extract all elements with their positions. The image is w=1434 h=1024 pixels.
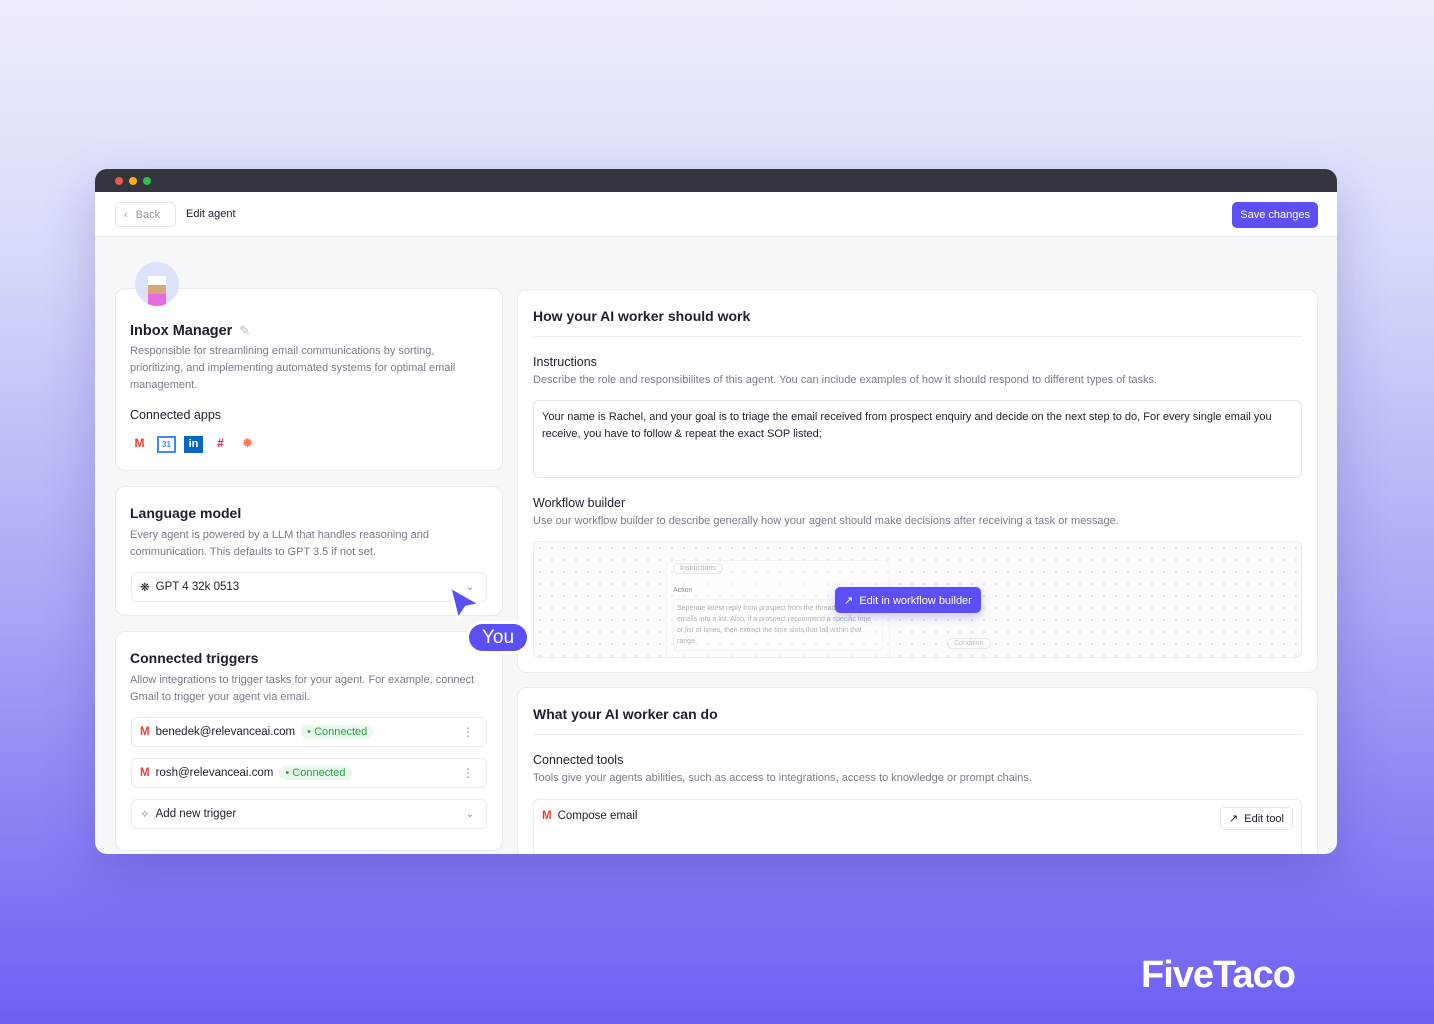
- instructions-label: Instructions: [533, 355, 597, 369]
- connected-apps-label: Connected apps: [130, 408, 222, 422]
- triggers-description: Allow integrations to trigger tasks for …: [130, 674, 475, 703]
- save-changes-button[interactable]: Save changes: [1232, 202, 1318, 228]
- can-do-card: What your AI worker can do Connected too…: [517, 687, 1318, 854]
- condition-node: Condition: [947, 638, 991, 649]
- tools-description: Tools give your agents abilities, such a…: [533, 772, 1032, 784]
- arrow-up-right-icon: ↗: [844, 594, 854, 607]
- back-label: Back: [135, 208, 161, 221]
- workflow-preview[interactable]: Instructions Action Seperate latest repl…: [533, 541, 1302, 658]
- edit-workflow-label: Edit in workflow builder: [859, 594, 972, 607]
- cursor-icon: [448, 585, 482, 621]
- status-label: Connected: [292, 767, 346, 779]
- model-select[interactable]: ❋ GPT 4 32k 0513 ⌄: [131, 572, 487, 602]
- trigger-row[interactable]: Mbenedek@relevanceai.com • Connected ⋮: [131, 717, 487, 747]
- how-title: How your AI worker should work: [533, 308, 751, 324]
- workflow-label: Workflow builder: [533, 496, 626, 510]
- language-model-card: Language model Every agent is powered by…: [115, 486, 503, 616]
- edit-tool-button[interactable]: ↗ Edit tool: [1219, 807, 1293, 830]
- status-badge: • Connected: [279, 766, 352, 780]
- can-do-title: What your AI worker can do: [533, 706, 718, 722]
- add-trigger-label: Add new trigger: [155, 808, 237, 820]
- arrow-up-right-icon: ↗: [1228, 813, 1239, 825]
- instructions-description: Describe the role and responsibilites of…: [533, 374, 1158, 386]
- cursor-label: You: [466, 621, 531, 654]
- language-model-description: Every agent is powered by a LLM that han…: [130, 529, 430, 558]
- maximize-window-button[interactable]: [143, 176, 151, 185]
- connected-apps: M 31 in # ✹: [130, 434, 265, 453]
- close-window-button[interactable]: [115, 176, 123, 185]
- title-bar: [95, 169, 1337, 192]
- pencil-icon[interactable]: ✎: [239, 323, 250, 339]
- brand-logo: FiveTaco: [1141, 954, 1296, 996]
- node-label: Instructions: [673, 563, 723, 574]
- status-badge: • Connected: [301, 725, 374, 739]
- trigger-email: benedek@relevanceai.com: [155, 726, 296, 738]
- hubspot-icon[interactable]: ✹: [238, 435, 257, 452]
- condition-label: Condition: [954, 640, 984, 647]
- gmail-icon: M: [140, 767, 150, 779]
- language-model-title: Language model: [130, 505, 242, 521]
- openai-icon: ❋: [140, 582, 150, 594]
- sparkle-icon: ✧: [140, 809, 150, 821]
- back-button[interactable]: ‹ Back: [115, 202, 176, 227]
- trigger-email: rosh@relevanceai.com: [155, 767, 274, 779]
- tools-label: Connected tools: [533, 753, 624, 767]
- add-trigger-select[interactable]: ✧ Add new trigger ⌄: [131, 799, 487, 829]
- trigger-row[interactable]: Mrosh@relevanceai.com • Connected ⋮: [131, 758, 487, 788]
- header: ‹ Back Edit agent Save changes: [95, 192, 1337, 237]
- page-title: Edit agent: [186, 208, 236, 220]
- divider: [533, 734, 1302, 735]
- workflow-description: Use our workflow builder to describe gen…: [533, 515, 1119, 527]
- google-calendar-icon[interactable]: 31: [157, 436, 176, 453]
- chevron-left-icon: ‹: [124, 208, 128, 221]
- agent-name: Inbox Manager: [130, 323, 233, 339]
- more-options-icon[interactable]: ⋮: [462, 725, 474, 739]
- slack-icon[interactable]: #: [211, 435, 230, 452]
- agent-description: Responsible for streamlining email commu…: [130, 345, 456, 391]
- tool-row[interactable]: M Compose email ↗ Edit tool: [533, 799, 1302, 854]
- status-label: Connected: [314, 726, 368, 738]
- more-options-icon[interactable]: ⋮: [462, 766, 474, 780]
- tool-name: Compose email: [557, 810, 638, 822]
- edit-tool-label: Edit tool: [1244, 813, 1284, 825]
- instructions-textarea[interactable]: Your name is Rachel, and your goal is to…: [533, 400, 1302, 478]
- edit-workflow-button[interactable]: ↗ Edit in workflow builder: [835, 587, 981, 613]
- agent-card: Inbox Manager ✎ Responsible for streamlin…: [115, 288, 503, 471]
- minimize-window-button[interactable]: [129, 176, 137, 185]
- triggers-card: Connected triggers Allow integrations to…: [115, 631, 503, 851]
- chevron-down-icon: ⌄: [465, 808, 474, 820]
- gmail-icon: M: [542, 810, 552, 822]
- divider: [533, 336, 1302, 337]
- avatar: [135, 262, 179, 306]
- how-card: How your AI worker should work Instructi…: [517, 289, 1318, 673]
- gmail-icon: M: [140, 726, 150, 738]
- model-selected: GPT 4 32k 0513: [155, 581, 240, 593]
- linkedin-icon[interactable]: in: [184, 436, 203, 453]
- gmail-icon[interactable]: M: [130, 435, 149, 452]
- triggers-title: Connected triggers: [130, 650, 259, 666]
- app-window: ‹ Back Edit agent Save changes Inbox Mana…: [95, 169, 1337, 854]
